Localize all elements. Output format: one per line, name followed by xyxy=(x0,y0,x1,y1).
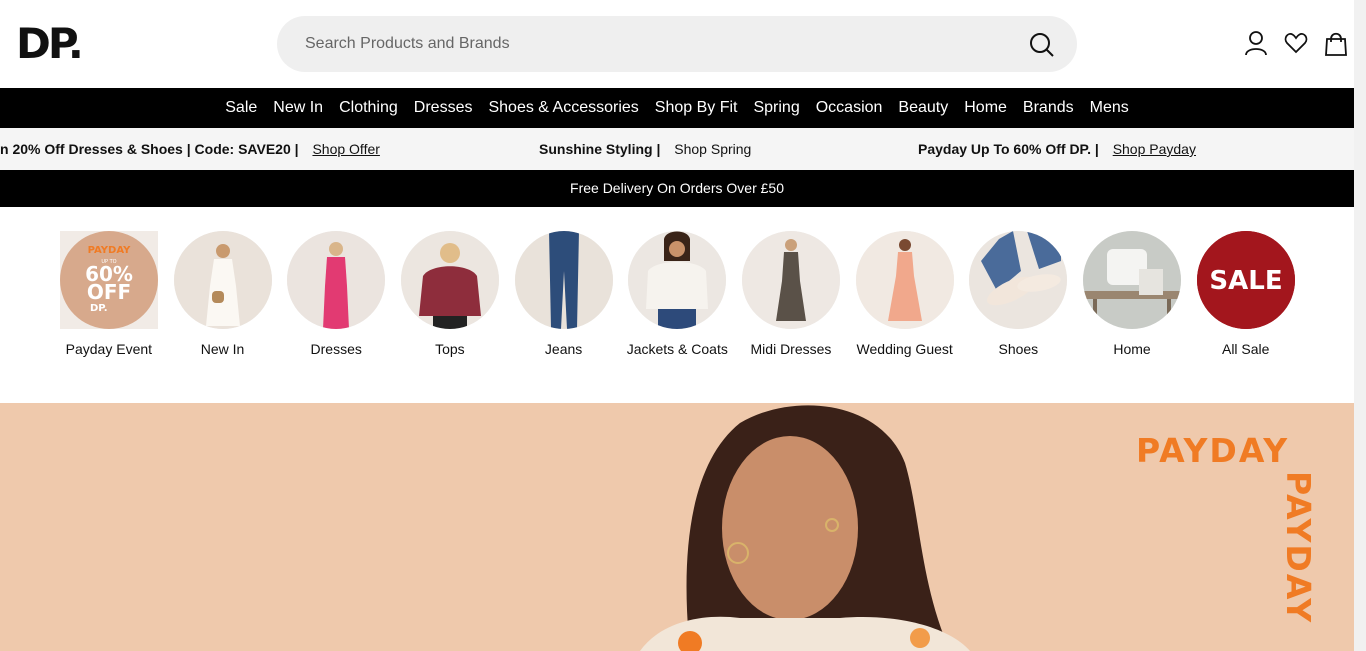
category-image xyxy=(855,231,954,329)
promo-link[interactable]: Shop Offer xyxy=(312,141,379,157)
promo-text: n 20% Off Dresses & Shoes | Code: SAVE20… xyxy=(0,141,299,157)
promo-text: Payday Up To 60% Off DP. | xyxy=(918,141,1099,157)
category-image xyxy=(628,231,727,329)
category-new-in[interactable]: New In xyxy=(166,231,280,360)
nav-item-dresses[interactable]: Dresses xyxy=(406,88,481,128)
category-payday-event[interactable]: PAYDAY UP TO 60% OFF DP. Payday Event xyxy=(52,231,166,360)
category-image xyxy=(969,231,1068,329)
search-bar xyxy=(277,16,1077,72)
category-carousel: PAYDAY UP TO 60% OFF DP. Payday Event Ne… xyxy=(52,231,1303,360)
nav-item-clothing[interactable]: Clothing xyxy=(331,88,406,128)
promo-payday: Payday Up To 60% Off DP. | Shop Payday xyxy=(918,141,1196,157)
category-label: All Sale xyxy=(1221,341,1270,357)
category-home[interactable]: Home xyxy=(1075,231,1189,360)
category-label: Jackets & Coats xyxy=(626,341,728,357)
category-image xyxy=(1083,231,1182,329)
category-image xyxy=(514,231,613,329)
delivery-banner: Free Delivery On Orders Over £50 xyxy=(0,170,1354,207)
nav-item-occasion[interactable]: Occasion xyxy=(808,88,891,128)
sale-badge-text: SALE xyxy=(1209,266,1282,296)
hero-banner[interactable]: PAYDAY PAYDAY xyxy=(0,403,1354,651)
category-shoes[interactable]: Shoes xyxy=(962,231,1076,360)
category-midi-dresses[interactable]: Midi Dresses xyxy=(734,231,848,360)
category-jackets-coats[interactable]: Jackets & Coats xyxy=(620,231,734,360)
nav-item-spring[interactable]: Spring xyxy=(745,88,807,128)
category-image xyxy=(173,231,272,329)
category-tops[interactable]: Tops xyxy=(393,231,507,360)
brand-text: DP. xyxy=(90,303,108,314)
nav-item-beauty[interactable]: Beauty xyxy=(890,88,956,128)
category-label: Dresses xyxy=(310,341,362,357)
payday-badge-text: PAYDAY xyxy=(87,245,131,256)
logo[interactable]: DP. xyxy=(16,22,84,66)
nav-item-shoes-accessories[interactable]: Shoes & Accessories xyxy=(480,88,646,128)
category-label: New In xyxy=(200,341,245,357)
nav-item-mens[interactable]: Mens xyxy=(1082,88,1137,128)
promo-strip: n 20% Off Dresses & Shoes | Code: SAVE20… xyxy=(0,128,1354,170)
category-image xyxy=(287,231,386,329)
payday-vertical-text: PAYDAY xyxy=(1279,471,1318,625)
category-jeans[interactable]: Jeans xyxy=(507,231,621,360)
promo-spring: Sunshine Styling | Shop Spring xyxy=(539,141,751,157)
nav-item-brands[interactable]: Brands xyxy=(1015,88,1082,128)
category-image xyxy=(400,231,499,329)
category-label: Wedding Guest xyxy=(856,341,953,357)
page-scrollbar[interactable] xyxy=(1354,0,1366,651)
category-label: Shoes xyxy=(998,341,1039,357)
promo-text: Sunshine Styling | xyxy=(539,141,661,157)
promo-link[interactable]: Shop Spring xyxy=(674,141,751,157)
category-label: Home xyxy=(1113,341,1151,357)
nav-item-shop-by-fit[interactable]: Shop By Fit xyxy=(647,88,746,128)
category-image: PAYDAY UP TO 60% OFF DP. xyxy=(59,231,158,329)
payday-heading: PAYDAY xyxy=(1136,431,1290,470)
category-label: Payday Event xyxy=(65,341,153,357)
wishlist-icon[interactable] xyxy=(1284,30,1308,56)
category-image: SALE xyxy=(1196,231,1295,329)
category-wedding-guest[interactable]: Wedding Guest xyxy=(848,231,962,360)
site-header: DP. xyxy=(0,0,1366,88)
main-nav: Sale New In Clothing Dresses Shoes & Acc… xyxy=(0,88,1354,128)
search-icon[interactable] xyxy=(1029,32,1055,58)
header-icons xyxy=(1244,30,1348,56)
nav-item-home[interactable]: Home xyxy=(956,88,1015,128)
account-icon[interactable] xyxy=(1244,30,1268,56)
category-label: Jeans xyxy=(544,341,583,357)
search-input[interactable] xyxy=(277,16,1017,72)
off-text: OFF xyxy=(87,280,131,304)
category-label: Midi Dresses xyxy=(750,341,832,357)
promo-offer: n 20% Off Dresses & Shoes | Code: SAVE20… xyxy=(0,141,380,157)
promo-link[interactable]: Shop Payday xyxy=(1113,141,1196,157)
category-label: Tops xyxy=(435,341,465,357)
bag-icon[interactable] xyxy=(1324,30,1348,56)
category-image xyxy=(741,231,840,329)
category-dresses[interactable]: Dresses xyxy=(279,231,393,360)
nav-item-new-in[interactable]: New In xyxy=(265,88,331,128)
category-all-sale[interactable]: SALE All Sale xyxy=(1189,231,1303,360)
nav-item-sale[interactable]: Sale xyxy=(217,88,265,128)
